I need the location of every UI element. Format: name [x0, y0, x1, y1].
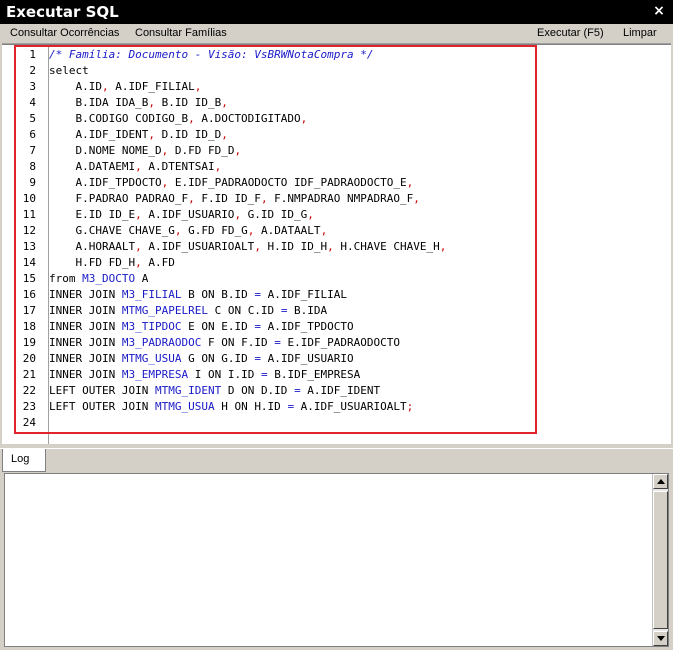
close-icon[interactable]: ×: [651, 2, 667, 20]
log-scrollbar[interactable]: [652, 474, 668, 646]
bottom-tab-bar: Log: [0, 448, 673, 472]
sql-editor[interactable]: 1 2 3 4 5 6 7 8 9 10 11 12 13 14 15 16 17 18 19 20 21 22 23 24/…: [2, 44, 671, 445]
scroll-track[interactable]: [653, 489, 668, 631]
consultar-familias-button[interactable]: Consultar Famílias: [135, 27, 227, 39]
arrow-down-icon[interactable]: [653, 631, 668, 646]
consultar-ocorrencias-button[interactable]: Consultar Ocorrências: [10, 27, 119, 39]
toolbar: Consultar Ocorrências Consultar Famílias…: [2, 24, 671, 44]
limpar-button[interactable]: Limpar: [623, 27, 657, 39]
window-title: Executar SQL: [6, 3, 119, 21]
tab-log[interactable]: Log: [2, 449, 46, 472]
arrow-up-icon[interactable]: [653, 474, 668, 489]
tab-log-label: Log: [11, 453, 30, 465]
title-bar: Executar SQL ×: [0, 0, 673, 24]
highlight-frame: [14, 45, 537, 434]
log-area[interactable]: [4, 473, 669, 647]
executar-button[interactable]: Executar (F5): [537, 27, 604, 39]
executar-sql-window: Executar SQL × Consultar Ocorrências Con…: [0, 0, 673, 650]
scroll-thumb[interactable]: [653, 491, 668, 629]
